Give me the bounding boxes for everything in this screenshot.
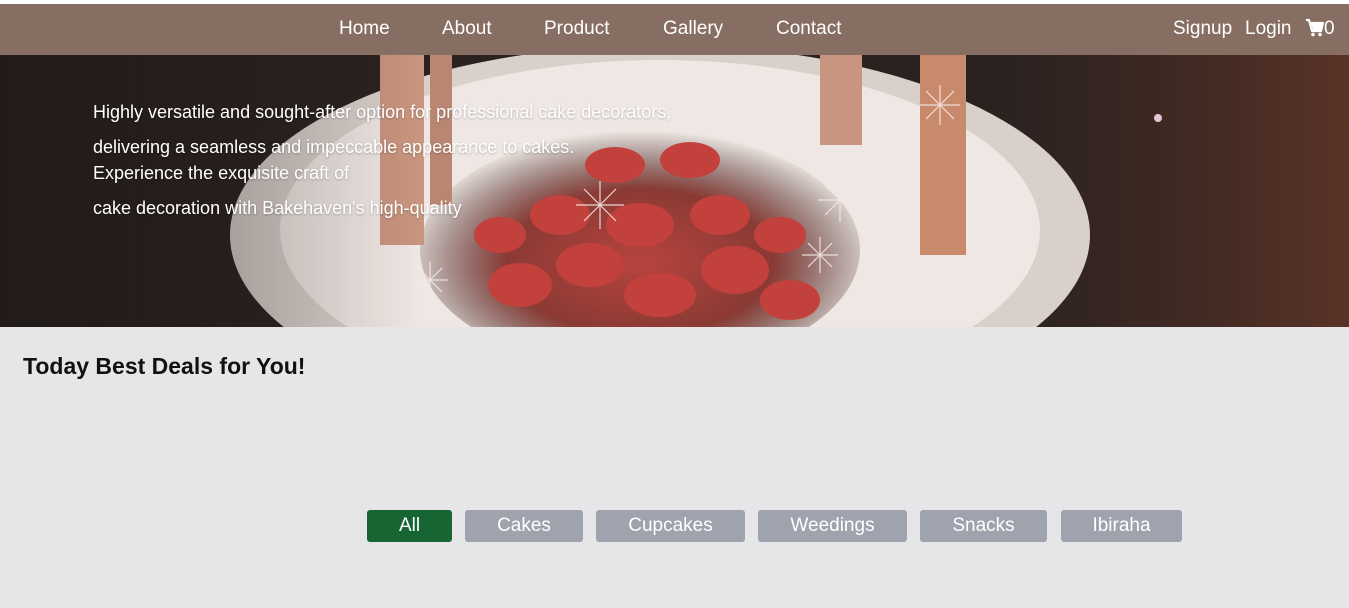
hero-text-line: Experience the exquisite craft of [93,163,350,183]
nav-links: Home About Product Gallery Contact [0,4,1000,55]
hero-cake-image [0,55,1349,327]
filter-cupcakes-button[interactable]: Cupcakes [596,510,745,542]
nav-product-link[interactable]: Product [544,18,609,40]
nav-about-link[interactable]: About [442,18,492,40]
navbar: Home About Product Gallery Contact Signu… [0,4,1349,55]
shopping-cart-icon [1306,18,1324,37]
hero-banner: Highly versatile and sought-after option… [0,55,1349,327]
login-link[interactable]: Login [1245,18,1292,40]
nav-gallery-link[interactable]: Gallery [663,18,723,40]
nav-contact-link[interactable]: Contact [776,18,841,40]
hero-text-line: Highly versatile and sought-after option… [93,102,672,122]
signup-link[interactable]: Signup [1173,18,1232,40]
cart-count: 0 [1324,18,1335,39]
hero-text-line: cake decoration with Bakehaven's high-qu… [93,198,462,218]
filter-cakes-button[interactable]: Cakes [465,510,583,542]
filter-weedings-button[interactable]: Weedings [758,510,907,542]
filter-snacks-button[interactable]: Snacks [920,510,1047,542]
nav-home-link[interactable]: Home [339,18,390,40]
deals-heading: Today Best Deals for You! [23,353,306,379]
hero-text-line: delivering a seamless and impeccable app… [93,137,575,157]
filter-all-button[interactable]: All [367,510,452,542]
filter-ibiraha-button[interactable]: Ibiraha [1061,510,1182,542]
